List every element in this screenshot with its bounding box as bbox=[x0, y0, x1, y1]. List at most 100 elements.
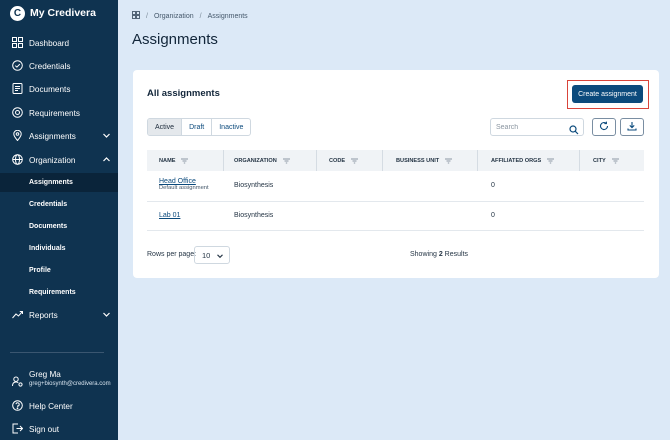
column-separator bbox=[382, 150, 383, 171]
table-row[interactable]: Head Office Default assignment Biosynthe… bbox=[147, 171, 644, 202]
sidebar: C My Credivera Dashboard Credentials Doc… bbox=[0, 0, 118, 440]
column-header-affiliated-orgs[interactable]: AFFILIATED ORGS bbox=[491, 150, 555, 171]
assignments-card: All assignments Create assignment Active… bbox=[133, 70, 659, 278]
help-icon bbox=[12, 400, 23, 411]
sidebar-item-label: Documents bbox=[29, 84, 71, 94]
filter-icon[interactable] bbox=[282, 158, 290, 164]
sidebar-item-sign-out[interactable]: Sign out bbox=[0, 420, 118, 438]
assignment-link[interactable]: Head Office bbox=[159, 178, 209, 185]
sidebar-item-help-center[interactable]: Help Center bbox=[0, 397, 118, 415]
breadcrumb-assignments: Assignments bbox=[207, 12, 248, 20]
sidebar-item-assignments[interactable]: Assignments bbox=[0, 127, 118, 145]
sidebar-item-reports[interactable]: Reports bbox=[0, 306, 118, 324]
column-header-business-unit[interactable]: BUSINESS UNIT bbox=[396, 150, 453, 171]
cell-affiliated-orgs: 0 bbox=[491, 212, 495, 219]
status-filter-group: Active Draft Inactive bbox=[147, 118, 252, 136]
filter-icon[interactable] bbox=[611, 158, 619, 164]
cell-name: Head Office Default assignment bbox=[159, 178, 209, 191]
cell-organization: Biosynthesis bbox=[234, 182, 274, 189]
brand[interactable]: C My Credivera bbox=[10, 5, 96, 21]
brand-name: My Credivera bbox=[30, 7, 96, 19]
dashboard-icon bbox=[12, 37, 23, 48]
download-button[interactable] bbox=[620, 118, 644, 136]
create-assignment-button[interactable]: Create assignment bbox=[572, 85, 643, 103]
sidebar-item-organization[interactable]: Organization bbox=[0, 151, 118, 169]
column-separator bbox=[579, 150, 580, 171]
sidebar-item-label: Assignments bbox=[29, 131, 76, 141]
results-count: Showing 2 Results bbox=[410, 251, 468, 258]
sidebar-subitem-credentials[interactable]: Credentials bbox=[0, 195, 118, 214]
home-grid-icon[interactable] bbox=[132, 11, 140, 21]
showing-suffix: Results bbox=[444, 251, 469, 258]
sidebar-item-label: Reports bbox=[29, 310, 58, 320]
column-header-code[interactable]: CODE bbox=[329, 150, 359, 171]
search-box bbox=[490, 118, 584, 136]
column-header-organization[interactable]: ORGANIZATION bbox=[234, 150, 290, 171]
column-separator bbox=[477, 150, 478, 171]
table-header: NAME ORGANIZATION CODE BUSINESS UNIT AFF… bbox=[147, 150, 644, 171]
sign-out-icon bbox=[12, 423, 23, 434]
download-icon bbox=[627, 118, 637, 136]
sidebar-subitem-documents[interactable]: Documents bbox=[0, 217, 118, 236]
sidebar-item-label: Sign out bbox=[29, 424, 60, 434]
cell-affiliated-orgs: 0 bbox=[491, 182, 495, 189]
cell-organization: Biosynthesis bbox=[234, 212, 274, 219]
sidebar-subitem-requirements[interactable]: Requirements bbox=[0, 283, 118, 302]
rows-per-page-label: Rows per page: bbox=[147, 251, 197, 258]
breadcrumb-organization[interactable]: Organization bbox=[154, 13, 194, 20]
chevron-up-icon bbox=[102, 155, 111, 164]
create-button-highlight: Create assignment bbox=[567, 80, 649, 109]
location-pin-icon bbox=[12, 130, 23, 141]
check-circle-icon bbox=[12, 60, 23, 71]
rows-per-page-value: 10 bbox=[202, 250, 211, 260]
filter-active[interactable]: Active bbox=[148, 119, 183, 135]
sidebar-item-label: Requirements bbox=[29, 108, 80, 118]
column-label: ORGANIZATION bbox=[234, 157, 277, 164]
column-separator bbox=[316, 150, 317, 171]
requirements-icon bbox=[12, 107, 23, 118]
chevron-down-icon bbox=[102, 131, 111, 140]
refresh-button[interactable] bbox=[592, 118, 616, 136]
filter-icon[interactable] bbox=[445, 158, 453, 164]
showing-count: 2 bbox=[438, 251, 443, 258]
search-icon[interactable] bbox=[569, 122, 579, 135]
breadcrumb: / Organization / Assignments bbox=[132, 11, 248, 21]
column-label: CITY bbox=[593, 157, 606, 164]
sidebar-item-requirements[interactable]: Requirements bbox=[0, 104, 118, 122]
rows-per-page-select[interactable]: 10 bbox=[194, 246, 230, 264]
sidebar-subitem-individuals[interactable]: Individuals bbox=[0, 239, 118, 258]
user-settings-icon bbox=[12, 374, 23, 387]
filter-icon[interactable] bbox=[351, 158, 359, 164]
column-label: AFFILIATED ORGS bbox=[491, 157, 542, 164]
sidebar-subitem-assignments[interactable]: Assignments bbox=[0, 173, 118, 192]
sidebar-item-label: Organization bbox=[29, 155, 76, 165]
user-name: Greg Ma bbox=[29, 370, 61, 379]
filter-inactive[interactable]: Inactive bbox=[212, 119, 250, 135]
sidebar-item-dashboard[interactable]: Dashboard bbox=[0, 34, 118, 52]
assignment-link[interactable]: Lab 01 bbox=[159, 212, 180, 219]
breadcrumb-separator: / bbox=[146, 12, 148, 20]
showing-prefix: Showing bbox=[410, 251, 437, 258]
filter-icon[interactable] bbox=[547, 158, 555, 164]
globe-icon bbox=[12, 154, 23, 165]
credivera-logo-icon: C bbox=[10, 5, 25, 21]
filter-draft[interactable]: Draft bbox=[182, 119, 213, 135]
column-label: NAME bbox=[159, 157, 176, 164]
sidebar-item-documents[interactable]: Documents bbox=[0, 80, 118, 98]
user-email: greg+biosynth@credivera.com bbox=[29, 381, 111, 387]
trend-chart-icon bbox=[12, 309, 23, 320]
default-assignment-label: Default assignment bbox=[159, 185, 209, 191]
column-header-name[interactable]: NAME bbox=[159, 150, 189, 171]
column-label: BUSINESS UNIT bbox=[396, 157, 440, 164]
sidebar-subitem-profile[interactable]: Profile bbox=[0, 261, 118, 280]
chevron-down-icon bbox=[102, 310, 111, 319]
column-header-city[interactable]: CITY bbox=[593, 150, 619, 171]
document-icon bbox=[12, 83, 23, 94]
search-input[interactable] bbox=[496, 121, 566, 133]
filter-icon[interactable] bbox=[181, 158, 189, 164]
table-row[interactable]: Lab 01 Biosynthesis 0 bbox=[147, 202, 644, 231]
sidebar-item-label: Dashboard bbox=[29, 38, 70, 48]
sidebar-item-credentials[interactable]: Credentials bbox=[0, 57, 118, 75]
sidebar-item-label: Credentials bbox=[29, 61, 71, 71]
page-title: Assignments bbox=[132, 31, 218, 48]
